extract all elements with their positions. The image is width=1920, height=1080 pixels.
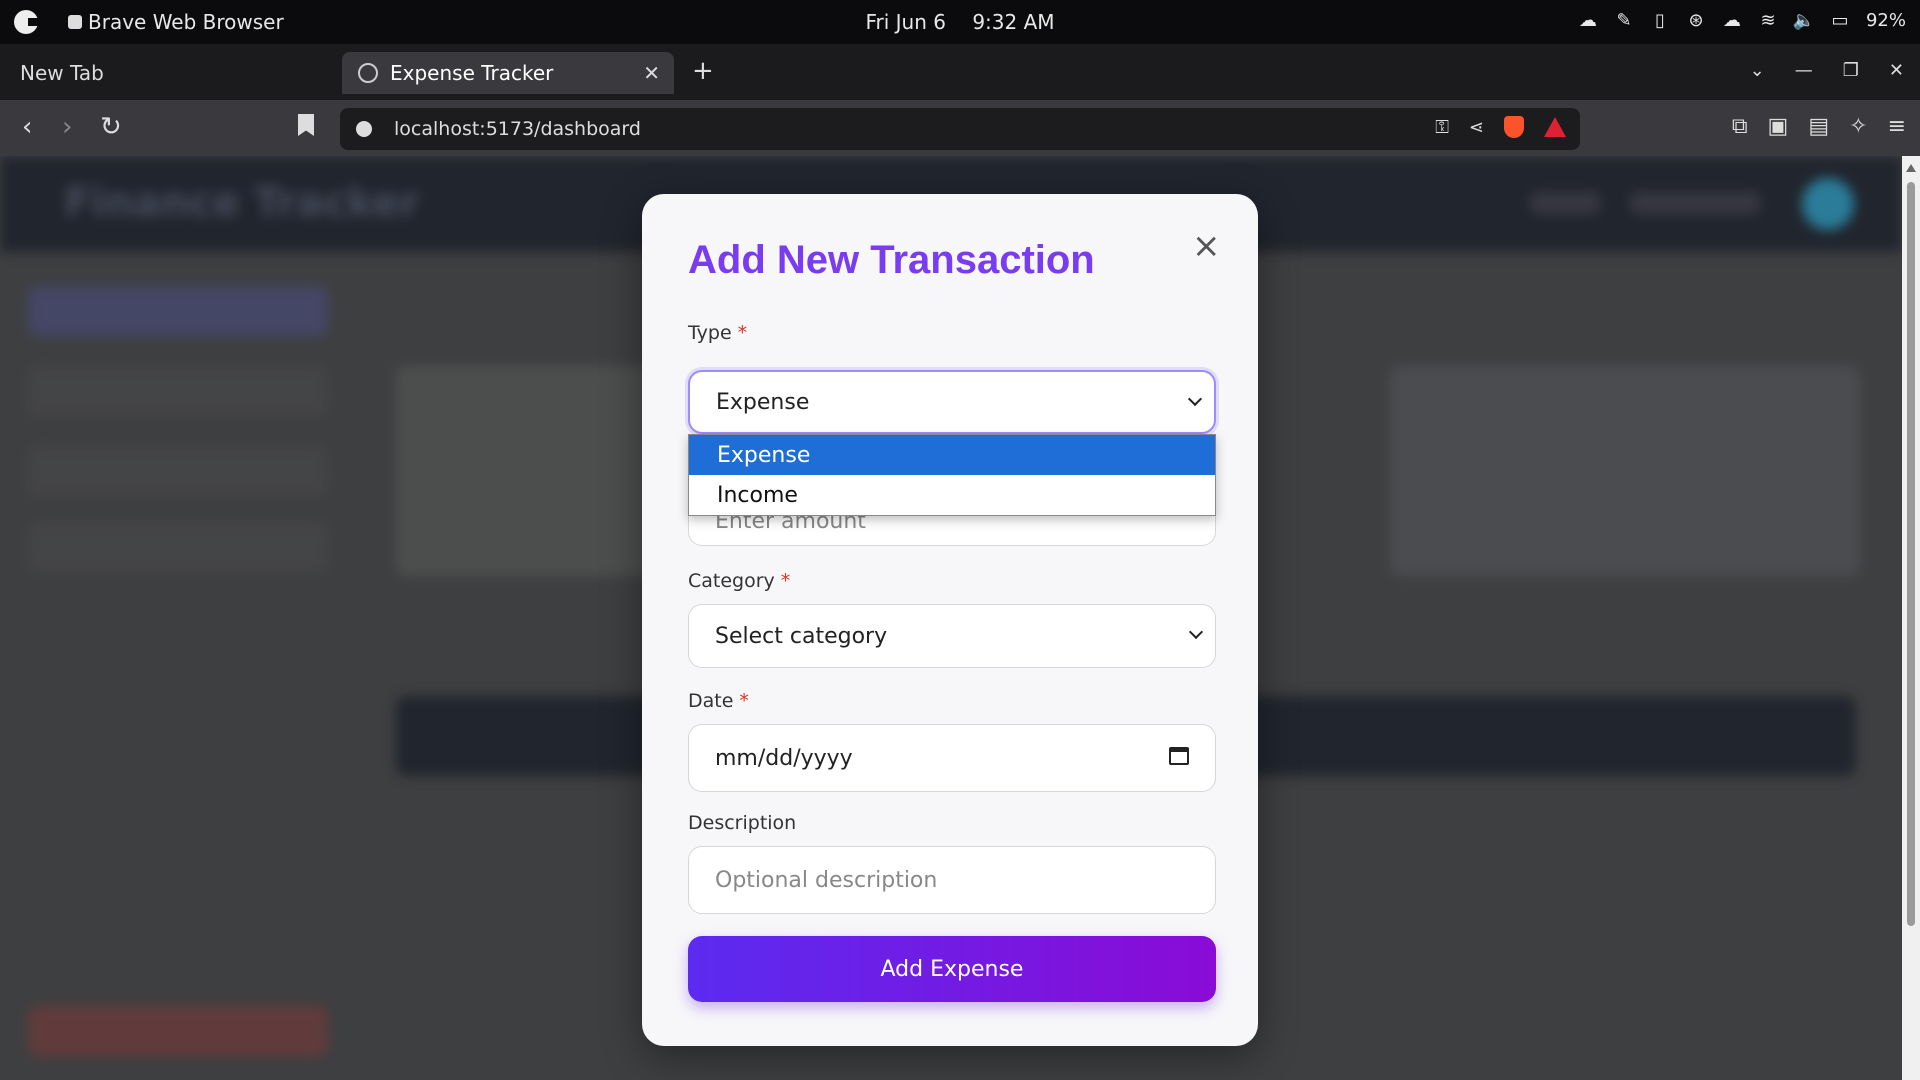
tab-label: Expense Tracker [390,61,554,85]
category-label: Category * [688,570,790,592]
chevron-down-icon [1188,624,1204,640]
required-marker: * [739,690,749,712]
wifi-icon[interactable]: ≋ [1758,10,1778,31]
type-label: Type * [688,322,747,344]
wallet-icon[interactable]: ▤ [1808,114,1829,139]
tab-strip: New Tab Expense Tracker ✕ + ⌄ — ❐ ✕ [0,44,1920,100]
category-label-text: Category [688,570,775,592]
volume-icon[interactable]: 🔈 [1793,10,1815,31]
back-icon[interactable]: ‹ [22,112,32,142]
page-viewport: Finance Tracker Add New Transaction × Ty… [0,156,1902,1080]
color-picker-icon[interactable]: ✎ [1614,10,1634,31]
maximize-icon[interactable]: ❐ [1843,60,1859,81]
accessibility-icon[interactable]: ⊛ [1686,10,1706,31]
window-controls: ⌄ — ❐ ✕ [1750,60,1904,81]
description-input[interactable]: Optional description [688,846,1216,914]
type-select-value: Expense [716,389,810,415]
key-icon[interactable]: ⚿ [1435,117,1449,138]
scrollbar-thumb[interactable] [1907,182,1915,926]
reload-icon[interactable]: ↻ [100,112,122,142]
battery-percent: 92% [1865,10,1906,31]
active-app-menu[interactable]: Brave Web Browser [68,10,284,34]
description-placeholder: Optional description [715,867,938,893]
new-tab-button[interactable]: + [692,56,714,86]
tab-expense-tracker[interactable]: Expense Tracker ✕ [342,52,674,94]
option-income[interactable]: Income [689,475,1215,515]
date-label-text: Date [688,690,734,712]
clock-time: 9:32 AM [972,10,1055,34]
brave-rewards-icon[interactable] [1544,117,1566,137]
brave-shields-icon[interactable] [1504,116,1524,138]
globe-icon [358,63,378,83]
system-tray[interactable]: ☁ ✎ ▯ ⊛ ☁ ≋ 🔈 ▭ 92% [1578,10,1906,31]
bookmark-icon[interactable] [298,114,314,136]
tab-search-chevron-icon[interactable]: ⌄ [1750,60,1765,81]
sidebar-icon[interactable]: ▣ [1768,114,1789,139]
minimize-icon[interactable]: — [1795,60,1813,81]
calendar-icon[interactable] [1169,747,1189,765]
toolbar-right-actions: ⧉ ▣ ▤ ✧ ≡ [1732,114,1906,139]
close-modal-icon[interactable]: × [1192,229,1221,263]
date-label: Date * [688,690,749,712]
add-expense-button[interactable]: Add Expense [688,936,1216,1002]
activities-icon[interactable] [14,10,40,34]
close-tab-icon[interactable]: ✕ [643,61,660,85]
cloud-sync-icon[interactable]: ☁ [1722,10,1742,31]
url-text[interactable]: localhost:5173/dashboard [394,118,641,140]
clock-date: Fri Jun 6 [865,10,946,34]
clipboard-icon[interactable]: ▯ [1650,10,1670,31]
system-top-bar: Brave Web Browser Fri Jun 6 9:32 AM ☁ ✎ … [0,0,1920,44]
forward-icon[interactable]: › [62,112,72,142]
battery-icon[interactable]: ▭ [1830,10,1850,31]
browser-toolbar: ‹ › ↻ localhost:5173/dashboard ⚿ ⋖ ⧉ ▣ ▤… [0,100,1920,156]
tab-label: New Tab [20,61,104,85]
category-select[interactable]: Select category [688,604,1216,668]
add-transaction-modal: Add New Transaction × Type * Expense Expe… [642,194,1258,1046]
cloud-icon[interactable]: ☁ [1578,10,1598,31]
extensions-icon[interactable]: ⧉ [1732,114,1748,139]
address-bar[interactable]: localhost:5173/dashboard ⚿ ⋖ [340,108,1580,150]
option-expense[interactable]: Expense [689,435,1215,475]
type-label-text: Type [688,322,732,344]
active-app-name: Brave Web Browser [88,10,284,34]
leo-ai-icon[interactable]: ✧ [1849,114,1867,139]
description-label: Description [688,812,796,834]
type-options-dropdown: Expense Income [688,434,1216,516]
category-select-value: Select category [715,623,888,649]
add-expense-button-label: Add Expense [880,956,1024,982]
scroll-up-icon[interactable] [1906,164,1916,172]
menu-icon[interactable]: ≡ [1888,114,1906,139]
brave-app-icon [68,15,82,29]
site-info-icon[interactable] [356,121,372,137]
date-input[interactable]: mm/dd/yyyy [688,724,1216,792]
type-select[interactable]: Expense [688,370,1216,434]
required-marker: * [737,322,748,344]
chevron-down-icon [1187,391,1203,407]
modal-title: Add New Transaction [688,238,1095,282]
tab-new-tab[interactable]: New Tab [8,52,338,94]
description-label-text: Description [688,812,797,834]
page-scrollbar[interactable] [1902,156,1920,1080]
date-placeholder: mm/dd/yyyy [715,745,853,771]
close-window-icon[interactable]: ✕ [1889,60,1904,81]
required-marker: * [780,570,791,592]
share-icon[interactable]: ⋖ [1469,117,1484,138]
